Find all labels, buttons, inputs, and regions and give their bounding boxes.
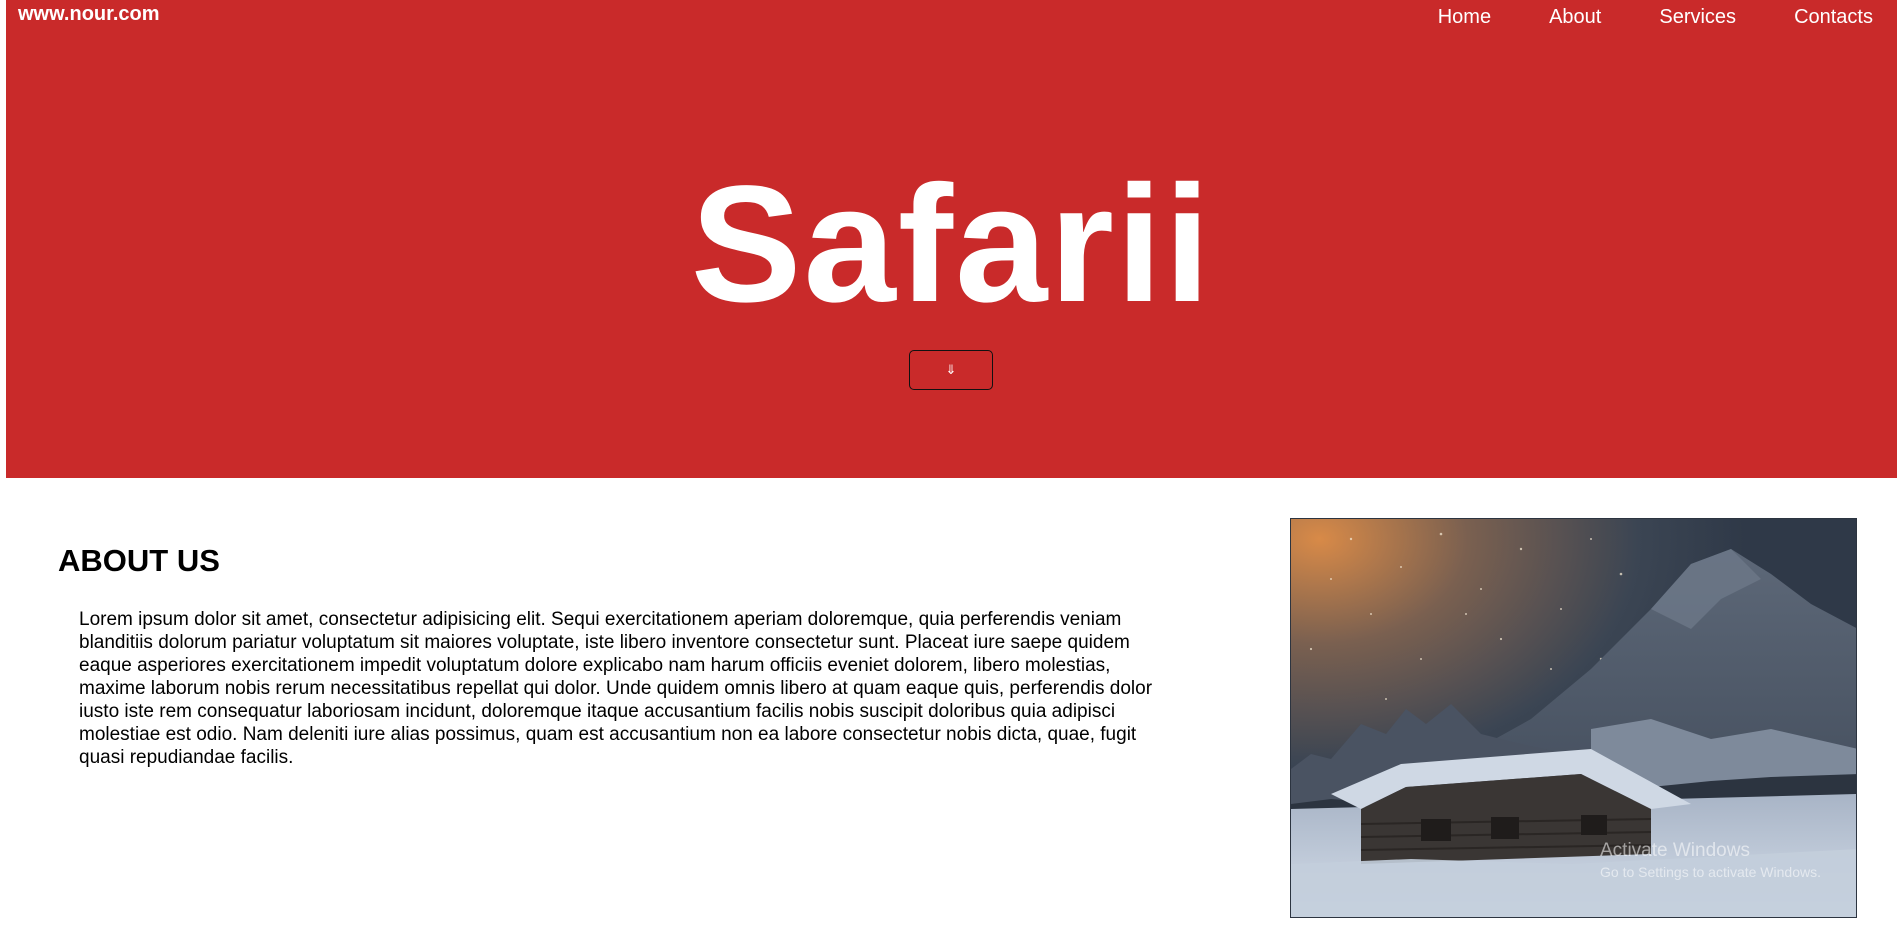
nav-about-link[interactable]: About: [1535, 6, 1615, 28]
nav-contacts-link[interactable]: Contacts: [1780, 6, 1887, 28]
down-arrow-icon: ⇓: [945, 362, 957, 377]
about-heading: ABOUT US: [58, 543, 220, 578]
scroll-down-button[interactable]: ⇓: [909, 350, 993, 390]
main-nav: Home About Services Contacts: [1424, 6, 1887, 28]
hero-section: www.nour.com Home About Services Contact…: [6, 0, 1897, 478]
nav-services-link[interactable]: Services: [1645, 6, 1750, 28]
page: www.nour.com Home About Services Contact…: [0, 0, 1897, 933]
about-paragraph: Lorem ipsum dolor sit amet, consectetur …: [79, 609, 1153, 768]
brand-logo-link[interactable]: www.nour.com: [18, 3, 160, 26]
cabin-mountain-image: [1290, 518, 1857, 918]
nav-home-link[interactable]: Home: [1424, 6, 1505, 28]
hero-title: Safarii: [690, 152, 1213, 337]
